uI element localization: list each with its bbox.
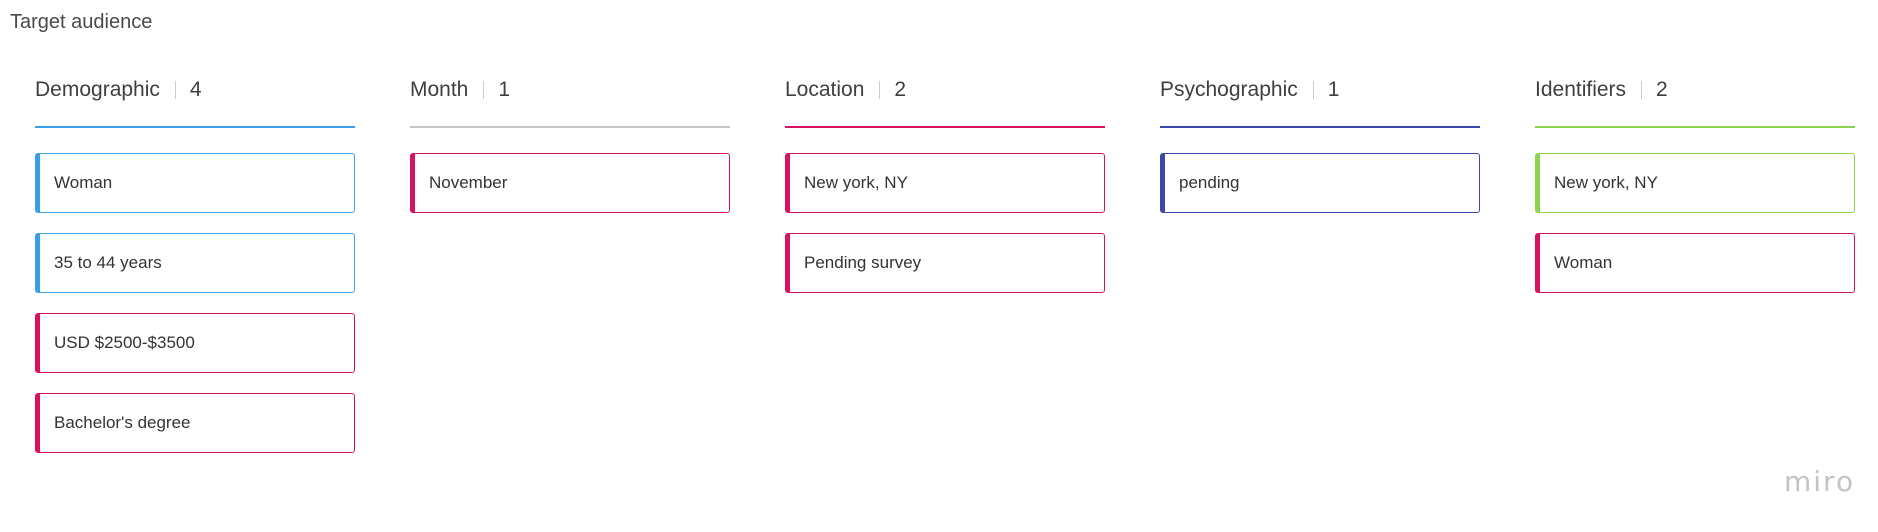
card[interactable]: November [410, 153, 730, 213]
column-header[interactable]: Identifiers 2 [1535, 76, 1855, 104]
header-divider [483, 81, 485, 99]
card-label: New york, NY [804, 173, 908, 192]
card-label: USD $2500-$3500 [54, 333, 195, 352]
column-psychographic: Psychographic 1 pending [1160, 76, 1480, 233]
card-label: November [429, 173, 508, 192]
column-title: Location [785, 78, 865, 101]
column-title: Psychographic [1160, 78, 1298, 101]
column-header[interactable]: Month 1 [410, 76, 730, 104]
card-label: 35 to 44 years [54, 253, 162, 272]
card[interactable]: Pending survey [785, 233, 1105, 293]
card[interactable]: New york, NY [785, 153, 1105, 213]
column-count: 4 [189, 78, 202, 101]
column-demographic: Demographic 4 Woman 35 to 44 years USD $… [35, 76, 355, 473]
column-accent-line [785, 126, 1105, 128]
column-title: Month [410, 78, 469, 101]
header-divider [1641, 81, 1643, 99]
card-label: Pending survey [804, 253, 922, 272]
card-label: Woman [1554, 253, 1613, 272]
column-header[interactable]: Demographic 4 [35, 76, 355, 104]
card[interactable]: USD $2500-$3500 [35, 313, 355, 373]
column-identifiers: Identifiers 2 New york, NY Woman [1535, 76, 1855, 313]
card[interactable]: New york, NY [1535, 153, 1855, 213]
column-accent-line [1160, 126, 1480, 128]
card[interactable]: pending [1160, 153, 1480, 213]
card[interactable]: Bachelor's degree [35, 393, 355, 453]
card-label: Woman [54, 173, 113, 192]
card-label: New york, NY [1554, 173, 1658, 192]
column-accent-line [410, 126, 730, 128]
board-title: Target audience [10, 11, 153, 33]
card-label: pending [1179, 173, 1240, 192]
header-divider [1312, 81, 1314, 99]
column-count: 1 [498, 78, 511, 101]
column-header[interactable]: Location 2 [785, 76, 1105, 104]
card-label: Bachelor's degree [54, 413, 191, 432]
card[interactable]: 35 to 44 years [35, 233, 355, 293]
column-count: 2 [894, 78, 907, 101]
column-count: 2 [1656, 78, 1668, 101]
column-count: 1 [1327, 78, 1340, 101]
column-title: Identifiers [1535, 78, 1627, 101]
column-location: Location 2 New york, NY Pending survey [785, 76, 1105, 313]
header-divider [174, 81, 176, 99]
column-accent-line [35, 126, 355, 128]
column-header[interactable]: Psychographic 1 [1160, 76, 1480, 104]
card[interactable]: Woman [1535, 233, 1855, 293]
header-divider [879, 81, 881, 99]
column-title: Demographic [35, 78, 160, 101]
miro-logo: miro [1784, 465, 1856, 498]
column-month: Month 1 November [410, 76, 730, 233]
card[interactable]: Woman [35, 153, 355, 213]
column-accent-line [1535, 126, 1855, 128]
